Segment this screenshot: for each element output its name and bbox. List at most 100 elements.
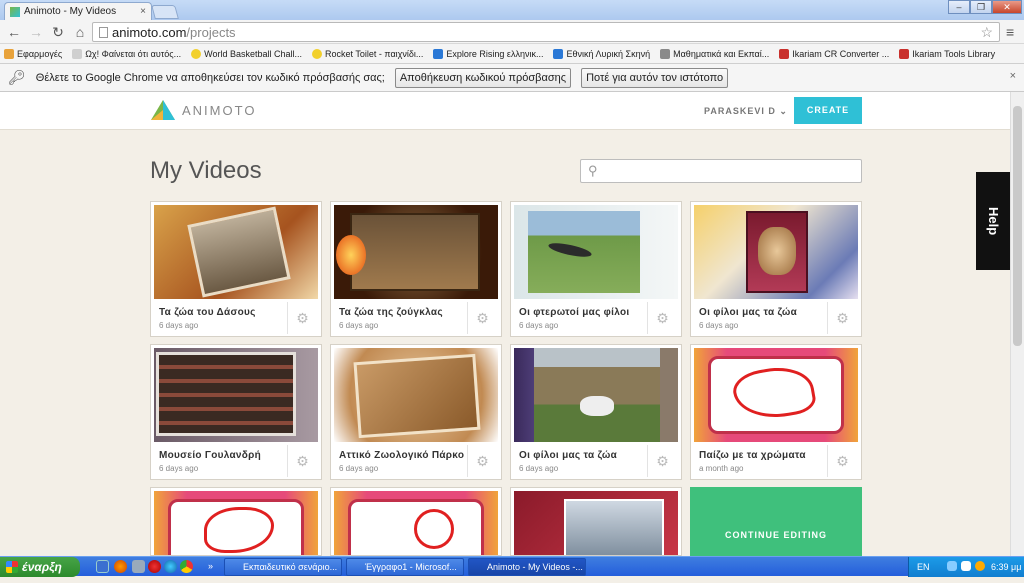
bookmark-item[interactable]: Explore Rising ελληνικ... <box>433 48 543 59</box>
gear-icon[interactable]: ⚙ <box>827 302 857 334</box>
save-password-button[interactable]: Αποθήκευση κωδικού πρόσβασης <box>394 67 572 88</box>
video-thumbnail[interactable] <box>334 205 498 299</box>
language-indicator[interactable]: EN <box>917 557 930 577</box>
apps-icon <box>4 48 14 59</box>
show-desktop-icon[interactable] <box>96 560 109 573</box>
video-date: 6 days ago <box>159 321 199 330</box>
video-title: Τα ζώα του Δάσους <box>159 307 256 318</box>
gear-icon[interactable]: ⚙ <box>467 302 497 334</box>
ie-icon[interactable] <box>164 560 177 573</box>
video-card[interactable] <box>330 487 502 556</box>
video-card[interactable]: Παίζω με τα χρώματα a month ago ⚙ <box>690 344 862 480</box>
address-bar[interactable]: animoto.com/projects ☆ <box>92 22 1000 42</box>
save-password-infobar: 🔑︎ Θέλετε το Google Chrome να αποθηκεύσε… <box>0 64 1024 92</box>
new-tab-button[interactable] <box>151 5 179 19</box>
video-card[interactable]: Τα ζώα της ζούγκλας 6 days ago ⚙ <box>330 201 502 337</box>
video-card[interactable]: Οι φίλοι μας τα ζώα 6 days ago ⚙ <box>510 344 682 480</box>
chrome-menu-icon[interactable]: ≡ <box>1006 24 1014 40</box>
video-thumbnail[interactable] <box>514 348 678 442</box>
minimize-icon[interactable]: – <box>948 0 970 14</box>
gear-icon[interactable]: ⚙ <box>647 302 677 334</box>
gear-icon[interactable]: ⚙ <box>287 302 317 334</box>
key-icon: 🔑︎ <box>8 69 26 85</box>
gear-icon[interactable]: ⚙ <box>647 445 677 477</box>
video-thumbnail[interactable] <box>514 491 678 555</box>
chrome-icon[interactable] <box>180 560 193 573</box>
site-icon <box>899 48 910 59</box>
video-thumbnail[interactable] <box>694 205 858 299</box>
video-thumbnail[interactable] <box>154 491 318 555</box>
animoto-logo[interactable]: ANIMOTO <box>150 98 256 122</box>
video-card[interactable]: Μουσείο Γουλανδρή 6 days ago ⚙ <box>150 344 322 480</box>
user-menu[interactable]: PARASKEVI D ⌄ <box>704 106 788 117</box>
video-thumbnail[interactable] <box>334 348 498 442</box>
video-date: 6 days ago <box>159 464 199 473</box>
explorer-icon[interactable] <box>132 560 145 573</box>
system-tray: EN 6:39 μμ <box>908 557 1024 577</box>
back-icon[interactable]: ← <box>6 24 22 40</box>
gear-icon[interactable]: ⚙ <box>827 445 857 477</box>
bookmark-item[interactable]: Μαθηματικά και Εκπαί... <box>660 48 769 59</box>
video-thumbnail[interactable] <box>694 348 858 442</box>
update-icon[interactable] <box>975 561 985 571</box>
reload-icon[interactable]: ↻ <box>50 24 66 40</box>
video-card[interactable] <box>150 487 322 556</box>
infobar-message: Θέλετε το Google Chrome να αποθηκεύσει τ… <box>35 71 385 84</box>
video-thumbnail[interactable] <box>334 491 498 555</box>
video-title: Παίζω με τα χρώματα <box>699 450 806 461</box>
network-icon[interactable] <box>947 561 957 571</box>
never-for-site-button[interactable]: Ποτέ για αυτόν τον ιστότοπο <box>581 67 729 88</box>
gear-icon[interactable]: ⚙ <box>287 445 317 477</box>
taskbar-task-active[interactable]: Animoto - My Videos -... <box>468 558 586 576</box>
video-card[interactable]: Οι φτερωτοί μας φίλοι 6 days ago ⚙ <box>510 201 682 337</box>
page-scrollbar[interactable] <box>1010 92 1024 556</box>
scrollbar-thumb[interactable] <box>1013 106 1022 346</box>
bookmark-item[interactable]: Rocket Toilet - παιχνίδι... <box>312 48 423 59</box>
video-card[interactable] <box>510 487 682 556</box>
restore-icon[interactable]: ❐ <box>970 0 992 14</box>
video-card[interactable]: Οι φίλοι μας τα ζώα 6 days ago ⚙ <box>690 201 862 337</box>
volume-icon[interactable] <box>961 561 971 571</box>
video-title: Οι φίλοι μας τα ζώα <box>699 307 798 318</box>
search-input[interactable]: ⚲ <box>580 159 862 183</box>
windows-logo-icon <box>6 561 18 573</box>
user-name: PARASKEVI D <box>704 106 776 116</box>
bookmark-label: Ikariam Tools Library <box>912 48 996 59</box>
window-close-icon[interactable]: ✕ <box>992 0 1022 14</box>
bookmark-item[interactable]: Εφαρμογές <box>4 48 62 59</box>
start-button[interactable]: έναρξη <box>0 557 80 577</box>
clock[interactable]: 6:39 μμ <box>991 557 1021 577</box>
video-date: 6 days ago <box>339 321 379 330</box>
browser-tab[interactable]: Animoto - My Videos × <box>4 2 152 20</box>
bookmark-item[interactable]: Ikariam Tools Library <box>899 48 996 59</box>
video-thumbnail[interactable] <box>154 348 318 442</box>
bookmark-item[interactable]: Εθνική Λυρική Σκηνή <box>553 48 650 59</box>
site-icon <box>553 48 564 59</box>
gear-icon[interactable]: ⚙ <box>467 445 497 477</box>
bookmark-label: Ωχ! Φαίνεται ότι αυτός... <box>85 48 182 59</box>
bookmark-item[interactable]: World Basketball Chall... <box>191 48 302 59</box>
help-tab[interactable]: Help <box>976 172 1010 270</box>
task-label: Έγγραφο1 - Microsof... <box>365 562 457 572</box>
video-title: Μουσείο Γουλανδρή <box>159 450 262 461</box>
video-card[interactable]: Αττικό Ζωολογικό Πάρκο 6 days ago ⚙ <box>330 344 502 480</box>
browser-toolbar: ← → ↻ ⌂ animoto.com/projects ☆ <box>0 20 1024 44</box>
firefox-icon[interactable] <box>114 560 127 573</box>
opera-icon[interactable] <box>148 560 161 573</box>
taskbar-task[interactable]: Εκπαιδευτικό σενάριο... <box>224 558 342 576</box>
video-thumbnail[interactable] <box>154 205 318 299</box>
infobar-close-icon[interactable]: × <box>1010 70 1016 82</box>
create-button[interactable]: CREATE <box>794 97 862 124</box>
bookmark-item[interactable]: Ωχ! Φαίνεται ότι αυτός... <box>72 48 182 59</box>
taskbar-task[interactable]: Έγγραφο1 - Microsof... <box>346 558 464 576</box>
home-icon[interactable]: ⌂ <box>72 24 88 40</box>
continue-editing-button[interactable]: CONTINUE EDITING <box>690 487 862 557</box>
video-card[interactable]: Τα ζώα του Δάσους 6 days ago ⚙ <box>150 201 322 337</box>
quicklaunch-chevron-icon[interactable]: » <box>208 560 221 573</box>
video-thumbnail[interactable] <box>514 205 678 299</box>
forward-icon[interactable]: → <box>28 24 44 40</box>
tab-close-icon[interactable]: × <box>140 6 146 17</box>
star-icon[interactable]: ☆ <box>980 24 993 41</box>
bookmark-item[interactable]: Ikariam CR Converter ... <box>779 48 889 59</box>
site-icon <box>779 48 790 59</box>
